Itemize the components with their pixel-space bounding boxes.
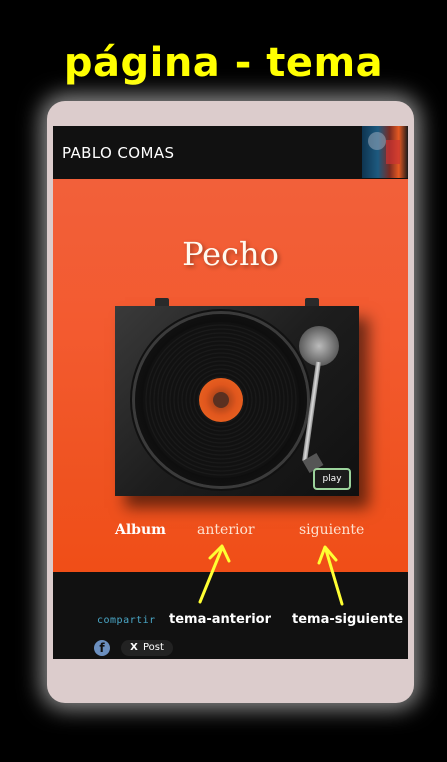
page-heading: página - tema (63, 40, 384, 86)
app-screen: PABLO COMAS Pecho play Album anterior si… (53, 126, 408, 659)
record-label (199, 378, 243, 422)
annotation-previous: tema-anterior (169, 612, 272, 627)
platter (135, 314, 307, 486)
previous-track-link[interactable]: anterior (197, 522, 255, 538)
vinyl-record (143, 322, 299, 478)
play-button[interactable]: play (313, 468, 351, 490)
x-post-label: Post (142, 642, 164, 653)
x-post-button[interactable]: X Post (121, 640, 173, 656)
track-hero: Pecho play Album anterior siguiente (53, 179, 408, 572)
album-link[interactable]: Album (115, 522, 166, 538)
facebook-icon[interactable]: f (94, 640, 110, 656)
album-thumbnail[interactable] (362, 126, 408, 178)
brand-title[interactable]: PABLO COMAS (62, 144, 174, 162)
top-bar: PABLO COMAS (53, 126, 408, 179)
tonearm-base (299, 326, 339, 366)
x-icon: X (130, 642, 138, 653)
share-label: compartir (97, 615, 156, 626)
annotation-next: tema-siguiente (292, 612, 404, 627)
track-title: Pecho (182, 235, 279, 273)
next-track-link[interactable]: siguiente (299, 522, 364, 538)
turntable-image: play (115, 298, 359, 496)
